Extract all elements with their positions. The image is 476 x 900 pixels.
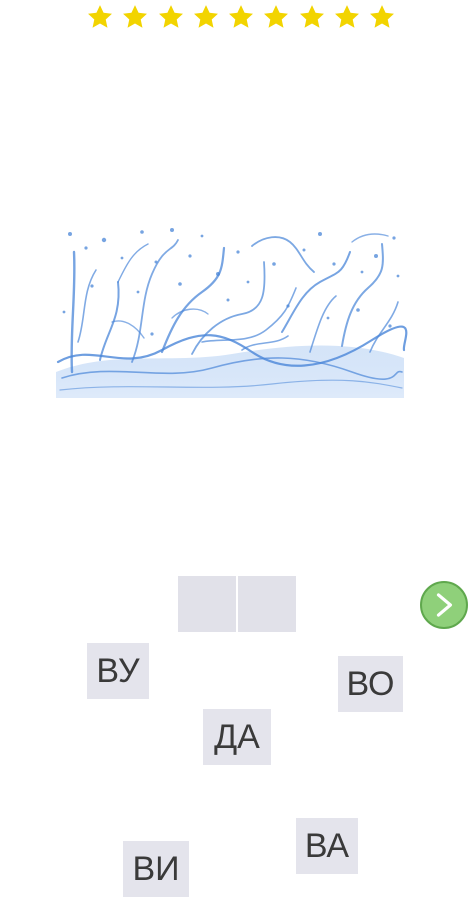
next-button[interactable] [420, 581, 468, 629]
star-icon [158, 5, 183, 28]
star-icon [264, 5, 289, 28]
star-icon [123, 5, 148, 28]
answer-slot-2[interactable] [238, 576, 296, 632]
syllable-tile[interactable]: ВИ [123, 841, 189, 897]
syllable-tile[interactable]: ВА [296, 818, 358, 874]
star-icon [88, 5, 112, 28]
rating-stars [86, 0, 396, 34]
star-icon [299, 5, 324, 28]
water-splash-picture [56, 228, 408, 398]
syllable-tile[interactable]: ВУ [87, 643, 149, 699]
chevron-right-icon [436, 593, 453, 617]
syllable-tile[interactable]: ВО [338, 656, 403, 712]
star-icon [370, 5, 394, 28]
star-icon [229, 5, 253, 28]
syllable-tile[interactable]: ДА [203, 709, 271, 765]
star-icon [193, 5, 218, 28]
answer-slot-1[interactable] [178, 576, 236, 632]
star-icon [334, 5, 359, 28]
